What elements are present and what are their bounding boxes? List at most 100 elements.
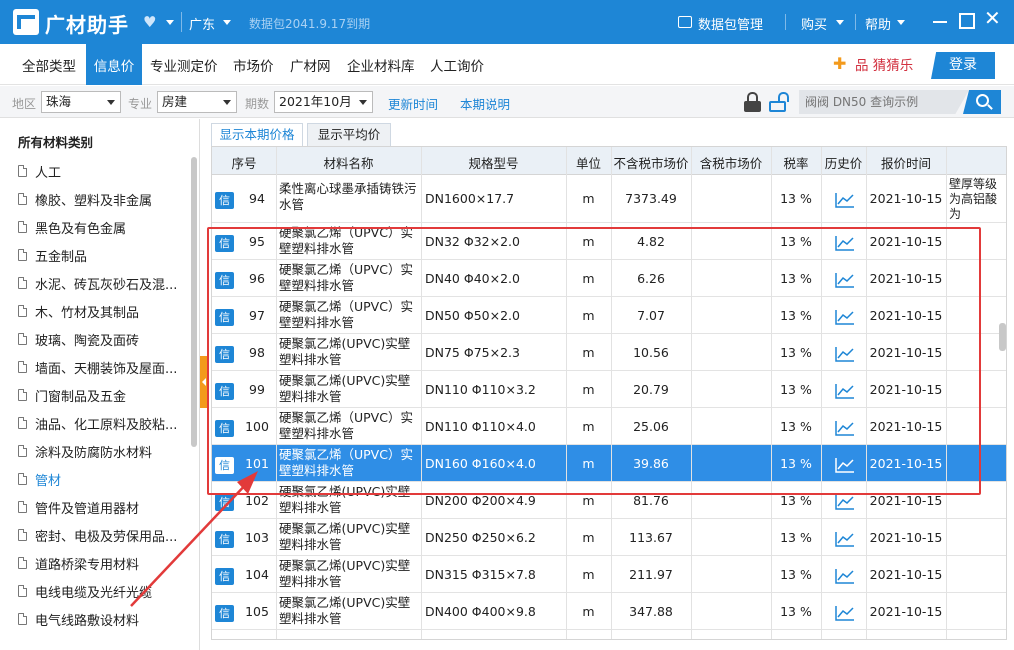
col-unit[interactable]: 单位 bbox=[566, 153, 611, 172]
help-menu[interactable]: 帮助 bbox=[865, 14, 891, 33]
area-select[interactable]: 珠海 bbox=[41, 91, 121, 113]
chevron-down-icon[interactable] bbox=[223, 20, 231, 25]
col-spec[interactable]: 规格型号 bbox=[421, 153, 566, 172]
guess-link[interactable]: 品 猜猜乐 bbox=[855, 54, 913, 74]
heart-icon[interactable]: ♥ bbox=[143, 13, 156, 31]
col-price-excl-tax[interactable]: 不含税市场价 bbox=[611, 153, 691, 172]
chevron-down-icon[interactable] bbox=[166, 20, 174, 25]
trend-chart-icon[interactable] bbox=[835, 309, 855, 325]
row-name: 硬聚氯乙烯（UPVC）实壁塑料排水管 bbox=[279, 410, 413, 441]
trend-chart-icon[interactable] bbox=[835, 346, 855, 362]
trend-chart-icon[interactable] bbox=[835, 235, 855, 251]
table-row[interactable]: 信 97 硬聚氯乙烯（UPVC）实壁塑料排水管 DN50 Φ50×2.0 m 7.07 13… bbox=[212, 297, 1006, 334]
col-price-incl-tax[interactable]: 含税市场价 bbox=[691, 153, 771, 172]
table-row[interactable]: 信 101 硬聚氯乙烯（UPVC）实壁塑料排水管 DN160 Φ160×4.0 m 39.… bbox=[212, 445, 1006, 482]
tab-professional-price[interactable]: 专业测定价 bbox=[150, 55, 218, 75]
col-name[interactable]: 材料名称 bbox=[276, 153, 421, 172]
sidebar-item-label: 水泥、砖瓦灰砂石及混... bbox=[35, 278, 178, 293]
table-row[interactable]: 信 104 硬聚氯乙烯(UPVC)实壁塑料排水管 DN315 Φ315×7.8 m 211… bbox=[212, 556, 1006, 593]
region-selector[interactable]: 广东 bbox=[189, 14, 215, 33]
tab-average-price[interactable]: 显示平均价 bbox=[307, 123, 391, 146]
table-row[interactable]: 信 96 硬聚氯乙烯（UPVC）实壁塑料排水管 DN40 Φ40×2.0 m 6.26 13… bbox=[212, 260, 1006, 297]
sidebar-item-label: 玻璃、陶瓷及面砖 bbox=[35, 334, 140, 349]
close-button[interactable]: ✕ bbox=[984, 8, 1001, 28]
divider bbox=[866, 147, 867, 639]
sidebar-item[interactable]: 黑色及有色金属 bbox=[0, 213, 192, 241]
sidebar-item[interactable]: 墙面、天棚装饰及屋面... bbox=[0, 353, 192, 381]
tab-manual-inquiry[interactable]: 人工询价 bbox=[430, 55, 484, 75]
col-date[interactable]: 报价时间 bbox=[866, 153, 946, 172]
sidebar-item[interactable]: 橡胶、塑料及非金属 bbox=[0, 185, 192, 213]
table-row[interactable]: 信 105 硬聚氯乙烯(UPVC)实壁塑料排水管 DN400 Φ400×9.8 m 347… bbox=[212, 593, 1006, 630]
sidebar-item[interactable]: 玻璃、陶瓷及面砖 bbox=[0, 325, 192, 353]
sidebar-item[interactable]: 管件及管道用器材 bbox=[0, 493, 192, 521]
period-select[interactable]: 2021年10月 bbox=[274, 91, 373, 113]
maximize-button[interactable] bbox=[959, 13, 975, 29]
tab-market-price[interactable]: 市场价 bbox=[233, 55, 274, 75]
buy-menu[interactable]: 购买 bbox=[801, 14, 827, 33]
tab-current-price[interactable]: 显示本期价格 bbox=[211, 123, 303, 146]
col-tax-rate[interactable]: 税率 bbox=[771, 153, 821, 172]
chevron-down-icon[interactable] bbox=[897, 20, 905, 25]
sidebar-item[interactable]: 门窗制品及五金 bbox=[0, 381, 192, 409]
trend-chart-icon[interactable] bbox=[835, 568, 855, 584]
tab-info-price[interactable]: 信息价 bbox=[86, 44, 142, 85]
major-select[interactable]: 房建 bbox=[157, 91, 237, 113]
update-time-link[interactable]: 更新时间 bbox=[388, 94, 438, 113]
col-no[interactable]: 序号 bbox=[212, 153, 276, 172]
sidebar-item[interactable]: 管材 bbox=[0, 465, 192, 493]
table-row[interactable]: 信 94 柔性离心球墨承插铸铁污水管 DN1600×17.7 m 7373.49 13 % 2… bbox=[212, 175, 1006, 223]
sidebar-item[interactable]: 涂料及防腐防水材料 bbox=[0, 437, 192, 465]
package-icon[interactable] bbox=[678, 16, 692, 28]
sidebar-item[interactable]: 油品、化工原料及胶粘... bbox=[0, 409, 192, 437]
table-row[interactable]: 信 100 硬聚氯乙烯（UPVC）实壁塑料排水管 DN110 Φ110×4.0 m 25.… bbox=[212, 408, 1006, 445]
col-history[interactable]: 历史价 bbox=[821, 153, 866, 172]
sidebar-item[interactable]: 五金制品 bbox=[0, 241, 192, 269]
trend-chart-icon[interactable] bbox=[835, 457, 855, 473]
trend-chart-icon[interactable] bbox=[835, 531, 855, 547]
row-tax: 13 % bbox=[780, 530, 812, 545]
table-row[interactable]: 信 102 硬聚氯乙烯(UPVC)实壁塑料排水管 DN200 Φ200×4.9 m 81.… bbox=[212, 482, 1006, 519]
unlock-icon[interactable] bbox=[769, 92, 791, 112]
table-header: 序号 材料名称 规格型号 单位 不含税市场价 含税市场价 税率 历史价 报价时间 bbox=[212, 147, 1006, 175]
table-row[interactable]: 信 99 硬聚氯乙烯(UPVC)实壁塑料排水管 DN110 Φ110×3.2 m 20.7… bbox=[212, 371, 1006, 408]
row-date: 2021-10-15 bbox=[869, 419, 943, 434]
chevron-down-icon[interactable] bbox=[836, 20, 844, 25]
gift-icon[interactable]: ✚ bbox=[833, 54, 851, 73]
sidebar-scrollbar[interactable] bbox=[191, 157, 197, 447]
trend-chart-icon[interactable] bbox=[835, 420, 855, 436]
sidebar-item[interactable]: 水泥、砖瓦灰砂石及混... bbox=[0, 269, 192, 297]
row-no: 99 bbox=[249, 382, 265, 397]
period-note-link[interactable]: 本期说明 bbox=[460, 94, 510, 113]
trend-chart-icon[interactable] bbox=[835, 192, 855, 208]
search-input[interactable] bbox=[799, 90, 969, 114]
package-expiry: 数据包2041.9.17到期 bbox=[249, 17, 371, 31]
minimize-button[interactable] bbox=[932, 13, 948, 29]
sidebar-item[interactable]: 道路桥梁专用材料 bbox=[0, 549, 192, 577]
vertical-scrollbar[interactable] bbox=[999, 323, 1006, 351]
trend-chart-icon[interactable] bbox=[835, 494, 855, 510]
sidebar-item[interactable]: 密封、电极及劳保用品... bbox=[0, 521, 192, 549]
sidebar-item[interactable]: 木、竹材及其制品 bbox=[0, 297, 192, 325]
sidebar-item[interactable]: 电线电缆及光纤光缆 bbox=[0, 577, 192, 605]
sidebar-item[interactable]: 电气线路敷设材料 bbox=[0, 605, 192, 633]
package-manage-button[interactable]: 数据包管理 bbox=[698, 14, 763, 33]
table-row[interactable]: 信 98 硬聚氯乙烯(UPVC)实壁塑料排水管 DN75 Φ75×2.3 m 10.56 1… bbox=[212, 334, 1006, 371]
sidebar-item[interactable]: 人工 bbox=[0, 157, 192, 185]
row-date: 2021-10-15 bbox=[869, 234, 943, 249]
nav-bar: 全部类型 信息价 专业测定价 市场价 广材网 企业材料库 人工询价 ✚ 品 猜猜… bbox=[0, 44, 1014, 85]
trend-chart-icon[interactable] bbox=[835, 383, 855, 399]
tab-enterprise-library[interactable]: 企业材料库 bbox=[347, 55, 415, 75]
row-name: 硬聚氯乙烯(UPVC)实壁塑料排水管 bbox=[279, 484, 411, 515]
table-row[interactable]: 信 103 硬聚氯乙烯(UPVC)实壁塑料排水管 DN250 Φ250×6.2 m 113… bbox=[212, 519, 1006, 556]
trend-chart-icon[interactable] bbox=[835, 605, 855, 621]
tab-all-types[interactable]: 全部类型 bbox=[22, 55, 76, 75]
lock-icon[interactable] bbox=[744, 92, 761, 112]
login-button[interactable]: 登录 bbox=[931, 52, 995, 79]
trend-chart-icon[interactable] bbox=[835, 272, 855, 288]
row-spec: DN1600×17.7 bbox=[425, 191, 515, 206]
sidebar-collapse-handle[interactable] bbox=[200, 356, 209, 408]
tab-guangcai-web[interactable]: 广材网 bbox=[290, 55, 331, 75]
table-row[interactable]: 信 95 硬聚氯乙烯（UPVC）实壁塑料排水管 DN32 Φ32×2.0 m 4.82 13… bbox=[212, 223, 1006, 260]
search-button[interactable] bbox=[963, 90, 1001, 114]
